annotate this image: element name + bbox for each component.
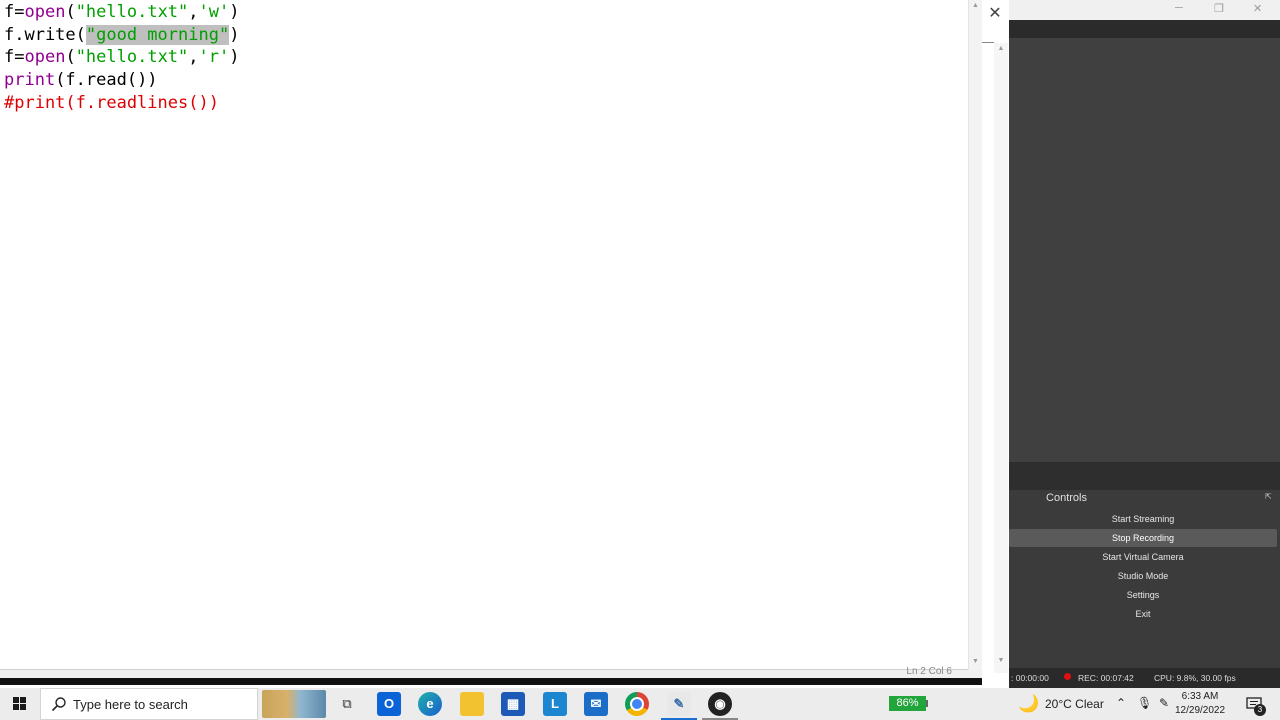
notification-count-badge: 3 <box>1254 704 1266 716</box>
code-token: 'w' <box>198 2 230 22</box>
secondary-scrollbar[interactable]: ▲ ▼ <box>994 43 1008 673</box>
edge-browser-icon[interactable]: e <box>418 692 442 716</box>
recording-dot-icon <box>1064 673 1071 680</box>
code-editor[interactable]: f=open("hello.txt",'w') f.write("good mor… <box>0 0 982 678</box>
search-input[interactable]: Type here to search <box>40 688 258 720</box>
outlook-icon[interactable]: O <box>377 692 401 716</box>
code-token: "hello.txt" <box>75 2 189 22</box>
windows-logo-icon <box>13 697 19 703</box>
code-token: #print(f.readlines()) <box>4 92 219 113</box>
windows-logo-icon <box>13 704 19 710</box>
obs-studio-icon[interactable]: ◉ <box>708 692 732 716</box>
code-area[interactable]: f=open("hello.txt",'w') f.write("good mor… <box>4 1 240 114</box>
code-token: (f.read()) <box>55 70 158 91</box>
file-explorer-icon[interactable] <box>460 692 484 716</box>
code-token: ( <box>65 2 76 22</box>
window-close-icon[interactable]: ✕ <box>1253 2 1262 15</box>
code-line[interactable]: f=open("hello.txt",'r') <box>4 46 240 69</box>
editor-bottom-bar <box>0 678 982 685</box>
start-button[interactable] <box>0 688 40 720</box>
selected-code-token: "good morning" <box>85 24 230 45</box>
battery-meter[interactable]: 86% <box>889 696 926 711</box>
python-idle-icon[interactable]: ✎ <box>667 692 691 716</box>
code-token: open <box>24 47 66 68</box>
restore-icon[interactable]: ❐ <box>1214 2 1224 15</box>
chrome-icon[interactable] <box>625 692 649 716</box>
code-token: f.write( <box>4 24 86 45</box>
obs-titlebar: ─ ❐ ✕ <box>1009 0 1280 20</box>
battery-tip <box>926 700 928 707</box>
news-widget[interactable] <box>262 690 326 718</box>
code-line[interactable]: print(f.read()) <box>4 69 240 92</box>
editor-statusbar: Ln 2 Col 6 <box>0 666 982 678</box>
controls-title: Controls <box>1046 492 1087 504</box>
search-icon <box>51 697 66 712</box>
moon-weather-icon[interactable]: 🌙 <box>1018 694 1039 714</box>
code-token: ) <box>229 24 240 45</box>
start-streaming-button[interactable]: Start Streaming <box>1009 510 1277 528</box>
clock[interactable]: 6:33 AM 12/29/2022 <box>1175 690 1225 718</box>
pen-icon[interactable]: ✎ <box>1159 696 1169 710</box>
code-token: ) <box>229 47 240 68</box>
code-token: open <box>24 2 66 22</box>
code-token: , <box>188 2 199 22</box>
obs-preview <box>1009 38 1280 462</box>
studio-mode-button[interactable]: Studio Mode <box>1009 567 1277 585</box>
code-token: f= <box>4 47 25 68</box>
scroll-up-arrow-icon[interactable]: ▲ <box>969 2 982 9</box>
settings-button[interactable]: Settings <box>1009 586 1277 604</box>
windows-logo-icon <box>20 697 26 703</box>
close-icon[interactable]: ✕ <box>985 3 1005 23</box>
obs-statusbar: : 00:00:00 REC: 00:07:42 CPU: 9.8%, 30.0… <box>1009 668 1280 688</box>
search-placeholder: Type here to search <box>73 697 188 712</box>
code-line[interactable]: f=open("hello.txt",'w') <box>4 1 240 24</box>
stop-recording-button[interactable]: Stop Recording <box>1009 529 1277 547</box>
dock-separator <box>1009 462 1280 490</box>
code-token: f= <box>4 2 25 22</box>
code-line[interactable]: f.write("good morning") <box>4 24 240 47</box>
mail-icon[interactable]: ✉ <box>584 692 608 716</box>
chevron-up-icon[interactable]: ⌃ <box>1116 696 1126 710</box>
divider <box>982 42 994 43</box>
start-virtual-camera-button[interactable]: Start Virtual Camera <box>1009 548 1277 566</box>
task-view-icon[interactable]: ⧉ <box>335 692 359 716</box>
obs-window: ─ ❐ ✕ Controls ⇱ Start Streaming Stop Rec… <box>1009 0 1280 688</box>
cpu-status: CPU: 9.8%, 30.00 fps <box>1154 673 1236 683</box>
cursor-position: Ln 2 Col 6 <box>906 666 952 677</box>
microphone-icon[interactable]: 🎙 <box>1137 696 1152 710</box>
code-token: print <box>4 70 56 91</box>
scroll-up-arrow-icon[interactable]: ▲ <box>994 45 1008 52</box>
microsoft-store-icon[interactable]: ▦ <box>501 692 525 716</box>
windows-logo-icon <box>20 704 26 710</box>
code-line[interactable]: #print(f.readlines()) <box>4 92 240 115</box>
clock-date: 12/29/2022 <box>1175 705 1226 716</box>
obs-menubar <box>1009 20 1280 38</box>
code-token: "hello.txt" <box>75 47 189 68</box>
vertical-scrollbar[interactable]: ▲ ▼ <box>968 0 982 670</box>
exit-button[interactable]: Exit <box>1009 605 1277 623</box>
rec-time: REC: 00:07:42 <box>1078 673 1134 683</box>
code-token: 'r' <box>198 47 230 68</box>
code-token: , <box>188 47 199 68</box>
taskbar: Type here to search ⧉ O e ▦ L ✉ ✎ ◉ 86% … <box>0 688 1280 720</box>
minimize-icon[interactable]: ─ <box>1175 2 1183 14</box>
l-app-icon[interactable]: L <box>543 692 567 716</box>
code-token: ) <box>229 2 240 22</box>
scroll-down-arrow-icon[interactable]: ▼ <box>994 657 1008 664</box>
code-token: ( <box>65 47 76 68</box>
weather-text[interactable]: 20°C Clear <box>1045 697 1104 711</box>
clock-time: 6:33 AM <box>1181 691 1219 702</box>
scroll-down-arrow-icon[interactable]: ▼ <box>969 658 982 665</box>
dock-float-icon[interactable]: ⇱ <box>1265 492 1275 501</box>
live-time: : 00:00:00 <box>1011 673 1049 683</box>
